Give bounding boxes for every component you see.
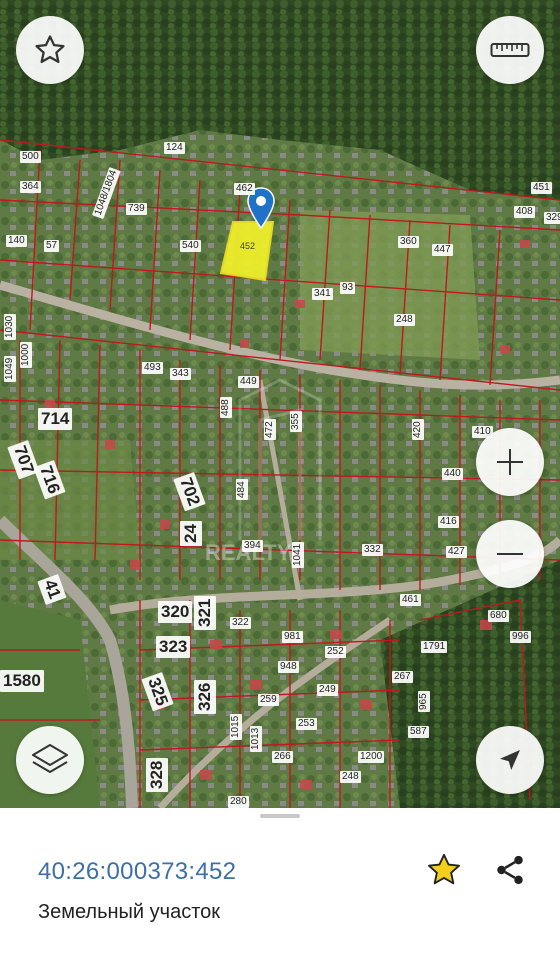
parcel-label[interactable]: 364 — [20, 181, 41, 193]
star-outline-icon — [35, 35, 65, 64]
parcel-label[interactable]: 948 — [278, 661, 299, 673]
parcel-label[interactable]: 341 — [312, 288, 333, 300]
parcel-label[interactable]: 1049 — [4, 355, 16, 382]
favorite-button[interactable] — [422, 848, 466, 892]
parcel-label[interactable]: 320 — [158, 601, 193, 623]
parcel-label[interactable]: 540 — [180, 240, 201, 252]
layers-icon — [32, 744, 68, 773]
zoom-in-button[interactable] — [476, 428, 544, 496]
parcel-label[interactable]: 326 — [194, 679, 216, 714]
cadastral-map[interactable]: REALTY 452 500 124 364 462 140 57 1048/1… — [0, 0, 560, 808]
plus-icon — [497, 449, 523, 475]
parcel-label[interactable]: 1013 — [250, 725, 262, 752]
parcel-label[interactable]: 462 — [234, 183, 255, 195]
parcel-label[interactable]: 996 — [510, 631, 531, 643]
parcel-label[interactable]: 329 — [544, 212, 560, 224]
parcel-label[interactable]: 484 — [236, 479, 248, 500]
parcel-label[interactable]: 394 — [242, 540, 263, 552]
parcel-label[interactable]: 266 — [272, 751, 293, 763]
parcel-label[interactable]: 1791 — [421, 641, 448, 653]
parcel-label[interactable]: 280 — [228, 796, 249, 808]
parcel-label[interactable]: 451 — [531, 182, 552, 194]
parcel-label[interactable]: 332 — [362, 544, 383, 556]
parcel-label[interactable]: 981 — [282, 631, 303, 643]
parcel-label[interactable]: 321 — [194, 595, 216, 630]
parcel-label[interactable]: 253 — [296, 718, 317, 730]
star-icon — [428, 854, 460, 885]
parcel-label[interactable]: 739 — [126, 203, 147, 215]
satellite-base-layer: REALTY — [0, 0, 560, 808]
parcel-label[interactable]: 449 — [238, 376, 259, 388]
parcel-label[interactable]: 24 — [180, 521, 202, 546]
parcel-label[interactable]: 427 — [446, 546, 467, 558]
parcel-label[interactable]: 267 — [392, 671, 413, 683]
navigation-arrow-icon — [500, 750, 520, 770]
parcel-label[interactable]: 328 — [146, 757, 168, 792]
share-button[interactable] — [488, 848, 532, 892]
parcel-label[interactable]: 1030 — [4, 313, 16, 340]
parcel-label[interactable]: 472 — [264, 419, 276, 440]
parcel-label[interactable]: 500 — [20, 151, 41, 163]
parcel-label[interactable]: 447 — [432, 244, 453, 256]
favorite-map-button[interactable] — [16, 16, 84, 84]
layers-button[interactable] — [16, 726, 84, 794]
object-type-label: Земельный участок — [38, 901, 221, 923]
parcel-label[interactable]: 343 — [170, 368, 191, 380]
parcel-label[interactable]: 140 — [6, 235, 27, 247]
parcel-label[interactable]: 408 — [514, 206, 535, 218]
parcel-label[interactable]: 248 — [394, 314, 415, 326]
ruler-icon — [490, 43, 530, 57]
parcel-info-sheet[interactable]: 40:26:000373:452 Земельный участок — [0, 808, 560, 960]
selected-parcel-label: 452 — [240, 241, 256, 251]
cadastral-number[interactable]: 40:26:000373:452 — [38, 858, 236, 886]
parcel-label[interactable]: 323 — [156, 636, 191, 658]
parcel-label[interactable]: 965 — [418, 691, 430, 712]
parcel-label[interactable]: 440 — [442, 468, 463, 480]
share-icon — [497, 855, 523, 885]
parcel-label[interactable]: 124 — [164, 142, 185, 154]
parcel-label[interactable]: 680 — [488, 610, 509, 622]
parcel-label[interactable]: 355 — [290, 411, 302, 432]
parcel-label[interactable]: 1041 — [292, 541, 304, 568]
parcel-label[interactable]: 587 — [408, 726, 429, 738]
ruler-button[interactable] — [476, 16, 544, 84]
parcel-label[interactable]: 248 — [340, 771, 361, 783]
parcel-label[interactable]: 420 — [412, 419, 424, 440]
sheet-drag-handle[interactable] — [260, 814, 300, 818]
parcel-label[interactable]: 252 — [325, 646, 346, 658]
parcel-label[interactable]: 461 — [400, 594, 421, 606]
parcel-label[interactable]: 1000 — [20, 341, 32, 368]
parcel-label[interactable]: 249 — [317, 684, 338, 696]
parcel-label[interactable]: 1200 — [358, 751, 385, 763]
parcel-label[interactable]: 1015 — [230, 713, 242, 740]
parcel-label[interactable]: 488 — [220, 397, 232, 418]
parcel-label[interactable]: 93 — [340, 282, 356, 294]
parcel-label[interactable]: 259 — [258, 694, 279, 706]
parcel-label[interactable]: 57 — [44, 240, 60, 252]
parcel-label[interactable]: 416 — [438, 516, 459, 528]
parcel-label[interactable]: 322 — [230, 617, 251, 629]
parcel-label[interactable]: 714 — [38, 408, 73, 430]
my-location-button[interactable] — [476, 726, 544, 794]
parcel-label[interactable]: 360 — [398, 236, 419, 248]
parcel-label[interactable]: 493 — [142, 362, 163, 374]
parcel-label[interactable]: 1580 — [0, 670, 44, 692]
zoom-out-button[interactable] — [476, 520, 544, 588]
minus-icon — [497, 553, 523, 555]
